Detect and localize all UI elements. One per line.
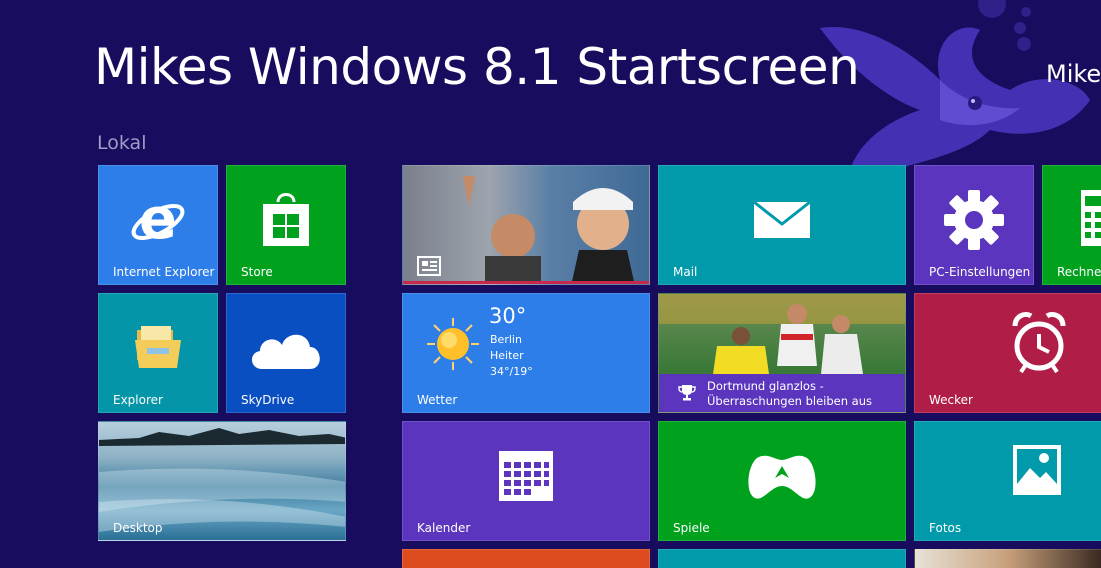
mail-envelope-icon [753, 201, 811, 239]
news-accent-bar [403, 281, 649, 284]
trophy-icon [678, 385, 696, 401]
tile-store[interactable]: Store [226, 165, 346, 285]
tile-pc-settings[interactable]: PC-Einstellungen [914, 165, 1034, 285]
tile-label: Rechner [1057, 265, 1101, 279]
internet-explorer-icon: e [131, 190, 185, 250]
photo-icon [1013, 445, 1061, 495]
tile-desktop[interactable]: Desktop [98, 421, 346, 541]
user-name[interactable]: Mike [1046, 60, 1101, 88]
tile-label: Store [241, 265, 273, 279]
weather-condition: Heiter [490, 349, 524, 362]
tile-news[interactable] [402, 165, 650, 285]
news-icon [417, 256, 441, 276]
sports-photo [659, 294, 905, 374]
sports-headline: Dortmund glanzlos - Überraschungen bleib… [707, 379, 873, 408]
tile-label: Wetter [417, 393, 458, 407]
svg-text:e: e [139, 190, 177, 250]
sports-headline-bar: Dortmund glanzlos - Überraschungen bleib… [659, 374, 905, 412]
tile-label: Spiele [673, 521, 710, 535]
tile-label: Explorer [113, 393, 163, 407]
weather-city: Berlin [490, 333, 522, 346]
tile-label: PC-Einstellungen [929, 265, 1031, 279]
tile-mail[interactable]: Mail [658, 165, 906, 285]
tile-partial-orange[interactable] [402, 549, 650, 568]
tile-sports[interactable]: Dortmund glanzlos - Überraschungen bleib… [658, 293, 906, 413]
folder-icon [135, 326, 181, 369]
page-title: Mikes Windows 8.1 Startscreen [94, 38, 860, 96]
calendar-icon [499, 451, 553, 502]
weather-details: Berlin Heiter 34°/19° [490, 332, 533, 380]
store-bag-icon [263, 193, 309, 247]
tile-label: Fotos [929, 521, 962, 535]
tile-partial-teal[interactable] [658, 549, 906, 568]
tile-games[interactable]: Spiele [658, 421, 906, 541]
gear-icon [944, 190, 1004, 251]
sun-icon [427, 318, 479, 370]
tile-calculator[interactable]: Rechner [1042, 165, 1101, 285]
tile-partial-photo[interactable] [914, 549, 1101, 568]
tile-explorer[interactable]: Explorer [98, 293, 218, 413]
tile-label: Internet Explorer [113, 265, 215, 279]
tile-label: Mail [673, 265, 698, 279]
tile-label: Kalender [417, 521, 471, 535]
tile-label: Wecker [929, 393, 973, 407]
alarm-clock-icon [1012, 311, 1066, 374]
tile-photos[interactable]: Fotos [914, 421, 1101, 541]
group-label: Lokal [97, 132, 147, 154]
game-controller-icon [748, 456, 816, 499]
tile-weather[interactable]: 30° Berlin Heiter 34°/19° Wetter [402, 293, 650, 413]
cloud-icon [251, 335, 320, 370]
tile-calendar[interactable]: Kalender [402, 421, 650, 541]
calculator-icon [1081, 190, 1101, 246]
tile-label: SkyDrive [241, 393, 295, 407]
tile-skydrive[interactable]: SkyDrive [226, 293, 346, 413]
weather-temperature: 30° [489, 304, 527, 328]
tile-alarm[interactable]: Wecker [914, 293, 1101, 413]
weather-range: 34°/19° [490, 365, 533, 378]
tile-label: Desktop [113, 521, 163, 535]
tile-internet-explorer[interactable]: e Internet Explorer [98, 165, 218, 285]
